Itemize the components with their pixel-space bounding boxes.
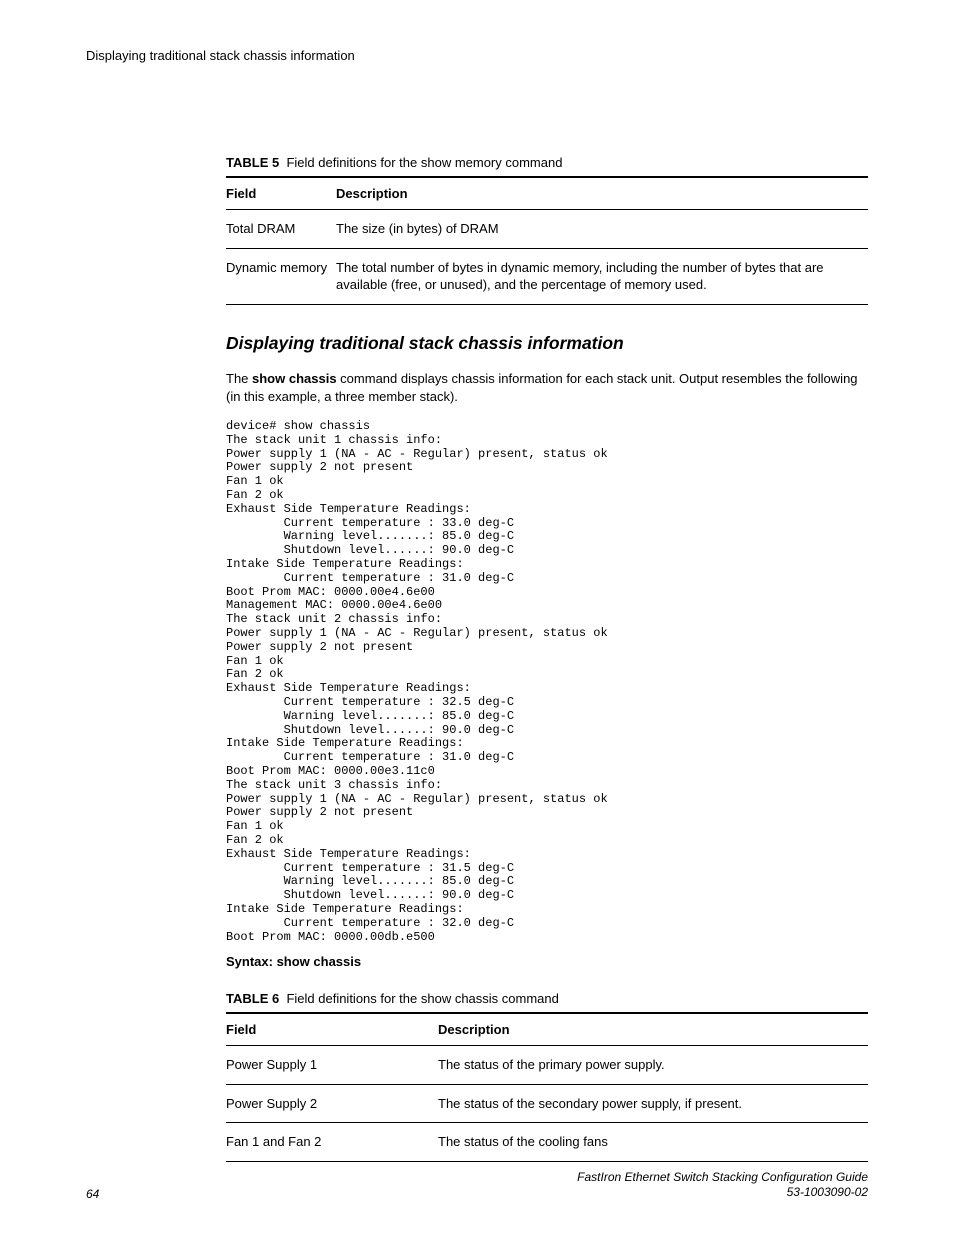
table5: Field Description Total DRAM The size (i… xyxy=(226,176,868,305)
table5-r0-desc: The size (in bytes) of DRAM xyxy=(336,210,868,249)
table-row: Total DRAM The size (in bytes) of DRAM xyxy=(226,210,868,249)
section-heading-chassis: Displaying traditional stack chassis inf… xyxy=(226,333,868,354)
page-number: 64 xyxy=(86,1187,99,1201)
table5-r1-desc: The total number of bytes in dynamic mem… xyxy=(336,248,868,304)
table6: Field Description Power Supply 1 The sta… xyxy=(226,1012,868,1162)
table-row: Power Supply 2 The status of the seconda… xyxy=(226,1084,868,1123)
table6-r2-desc: The status of the cooling fans xyxy=(438,1123,868,1162)
doc-title-line1: FastIron Ethernet Switch Stacking Config… xyxy=(577,1170,868,1184)
table6-r1-field: Power Supply 2 xyxy=(226,1084,438,1123)
table5-r0-field: Total DRAM xyxy=(226,210,336,249)
table5-caption: TABLE 5 Field definitions for the show m… xyxy=(226,155,868,170)
page-footer: 64 FastIron Ethernet Switch Stacking Con… xyxy=(86,1170,868,1201)
table6-caption-prefix: TABLE 6 xyxy=(226,991,279,1006)
table6-col2-header: Description xyxy=(438,1013,868,1046)
table6-header-row: Field Description xyxy=(226,1013,868,1046)
para-prefix: The xyxy=(226,371,252,386)
section-paragraph: The show chassis command displays chassi… xyxy=(226,370,868,406)
table6-caption-text: Field definitions for the show chassis c… xyxy=(286,991,558,1006)
table6-r0-field: Power Supply 1 xyxy=(226,1046,438,1085)
para-command: show chassis xyxy=(252,371,337,386)
table5-header-row: Field Description xyxy=(226,177,868,210)
table5-r1-field: Dynamic memory xyxy=(226,248,336,304)
doc-title-line2: 53-1003090-02 xyxy=(787,1185,868,1199)
running-header: Displaying traditional stack chassis inf… xyxy=(86,48,868,63)
table5-col2-header: Description xyxy=(336,177,868,210)
table5-caption-text: Field definitions for the show memory co… xyxy=(286,155,562,170)
show-chassis-output: device# show chassis The stack unit 1 ch… xyxy=(226,420,868,944)
doc-title-footer: FastIron Ethernet Switch Stacking Config… xyxy=(577,1170,868,1201)
table6-r1-desc: The status of the secondary power supply… xyxy=(438,1084,868,1123)
table-row: Power Supply 1 The status of the primary… xyxy=(226,1046,868,1085)
table5-col1-header: Field xyxy=(226,177,336,210)
table5-caption-prefix: TABLE 5 xyxy=(226,155,279,170)
table6-caption: TABLE 6 Field definitions for the show c… xyxy=(226,991,868,1006)
syntax-line: Syntax: show chassis xyxy=(226,954,868,969)
table-row: Fan 1 and Fan 2 The status of the coolin… xyxy=(226,1123,868,1162)
table6-r0-desc: The status of the primary power supply. xyxy=(438,1046,868,1085)
table6-col1-header: Field xyxy=(226,1013,438,1046)
table6-r2-field: Fan 1 and Fan 2 xyxy=(226,1123,438,1162)
table-row: Dynamic memory The total number of bytes… xyxy=(226,248,868,304)
